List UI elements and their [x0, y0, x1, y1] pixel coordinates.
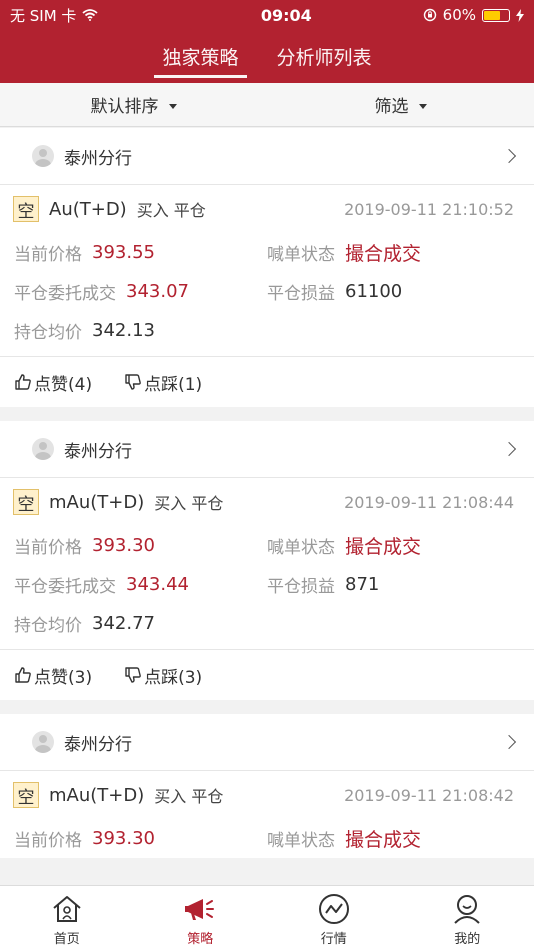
- charging-icon: [516, 8, 524, 22]
- filter-dropdown[interactable]: 筛选: [267, 83, 534, 126]
- tab-home[interactable]: 首页: [0, 886, 134, 950]
- dislike-button[interactable]: 点踩(1): [124, 370, 202, 395]
- thumbs-down-icon: [125, 374, 141, 390]
- avatar: [32, 145, 54, 167]
- tab-market[interactable]: 行情: [267, 886, 401, 950]
- like-button[interactable]: 点赞(3): [14, 663, 92, 688]
- strategy-card: 泰州分行 空 Au(T+D) 买入 平仓 2019-09-11 21:10:52…: [0, 128, 534, 407]
- close-deal-label: 平仓委托成交: [14, 577, 116, 597]
- chart-icon: [318, 894, 349, 924]
- pnl-label: 平仓损益: [267, 577, 335, 597]
- filter-bar: 默认排序 筛选: [0, 83, 534, 127]
- trade-time: 2019-09-11 21:10:52: [344, 199, 514, 219]
- direction-tag: 空: [13, 196, 39, 222]
- current-price-label: 当前价格: [14, 831, 82, 851]
- branch-name: 泰州分行: [64, 441, 132, 462]
- close-deal: 343.07: [126, 281, 189, 302]
- current-price: 393.30: [92, 828, 155, 849]
- trade-action: 买入 平仓: [154, 494, 224, 513]
- current-price-label: 当前价格: [14, 245, 82, 265]
- battery-percent: 60%: [442, 6, 476, 24]
- battery-icon: [482, 8, 510, 22]
- direction-tag: 空: [13, 782, 39, 808]
- caret-down-icon: [418, 103, 427, 109]
- order-status-label: 喊单状态: [267, 245, 335, 265]
- pnl: 61100: [345, 281, 403, 302]
- chevron-right-icon: [501, 734, 517, 750]
- current-price: 393.55: [92, 242, 155, 263]
- status-bar: 无 SIM 卡 09:04 60%: [0, 0, 534, 30]
- current-price: 393.30: [92, 535, 155, 556]
- thumbs-up-icon: [15, 374, 31, 390]
- trade-time: 2019-09-11 21:08:42: [344, 785, 514, 805]
- thumbs-down-icon: [125, 667, 141, 683]
- order-status: 撮合成交: [345, 243, 422, 265]
- tab-analyst-list[interactable]: 分析师列表: [275, 30, 374, 83]
- avatar: [32, 438, 54, 460]
- card-header[interactable]: 泰州分行: [0, 421, 534, 478]
- current-price-label: 当前价格: [14, 538, 82, 558]
- avg-cost-label: 持仓均价: [14, 323, 82, 343]
- wifi-icon: [82, 9, 99, 21]
- caret-down-icon: [168, 103, 177, 109]
- order-status-label: 喊单状态: [267, 831, 335, 851]
- trade-row[interactable]: 空 Au(T+D) 买入 平仓 2019-09-11 21:10:52: [0, 185, 534, 233]
- orientation-lock-icon: [423, 8, 436, 22]
- thumbs-up-icon: [15, 667, 31, 683]
- trade-row[interactable]: 空 mAu(T+D) 买入 平仓 2019-09-11 21:08:44: [0, 478, 534, 526]
- close-deal-label: 平仓委托成交: [14, 284, 116, 304]
- chevron-right-icon: [501, 441, 517, 457]
- trade-info: 当前价格 393.30 喊单状态 撮合成交: [0, 819, 534, 858]
- home-icon: [53, 896, 81, 922]
- bottom-tabbar: 首页 策略 行情 我的: [0, 885, 534, 950]
- order-status: 撮合成交: [345, 536, 422, 558]
- branch-name: 泰州分行: [64, 148, 132, 169]
- avg-cost-label: 持仓均价: [14, 616, 82, 636]
- symbol: Au(T+D): [49, 198, 127, 220]
- card-footer: 点赞(4) 点踩(1): [0, 356, 534, 407]
- clock: 09:04: [260, 5, 312, 25]
- order-status: 撮合成交: [345, 829, 422, 851]
- chevron-right-icon: [501, 148, 517, 164]
- pnl-label: 平仓损益: [267, 284, 335, 304]
- card-header[interactable]: 泰州分行: [0, 714, 534, 771]
- megaphone-icon: [185, 899, 215, 920]
- dislike-button[interactable]: 点踩(3): [124, 663, 202, 688]
- like-button[interactable]: 点赞(4): [14, 370, 92, 395]
- order-status-label: 喊单状态: [267, 538, 335, 558]
- top-nav: 独家策略 分析师列表: [0, 30, 534, 83]
- sort-dropdown[interactable]: 默认排序: [0, 83, 267, 126]
- trade-action: 买入 平仓: [136, 201, 206, 220]
- tab-profile[interactable]: 我的: [401, 886, 534, 950]
- avg-cost: 342.13: [92, 320, 155, 341]
- strategy-card: 泰州分行 空 mAu(T+D) 买入 平仓 2019-09-11 21:08:4…: [0, 421, 534, 700]
- trade-row[interactable]: 空 mAu(T+D) 买入 平仓 2019-09-11 21:08:42: [0, 771, 534, 819]
- tab-exclusive-strategy[interactable]: 独家策略: [154, 30, 247, 83]
- carrier-label: 无 SIM 卡: [10, 6, 77, 25]
- tab-strategy[interactable]: 策略: [134, 886, 268, 950]
- avg-cost: 342.77: [92, 613, 155, 634]
- close-deal: 343.44: [126, 574, 189, 595]
- strategy-feed[interactable]: 泰州分行 空 Au(T+D) 买入 平仓 2019-09-11 21:10:52…: [0, 128, 534, 885]
- pnl: 871: [345, 574, 380, 595]
- trade-info: 当前价格 393.30 喊单状态 撮合成交 平仓委托成交 343.44 平仓损益 871…: [0, 526, 534, 643]
- symbol: mAu(T+D): [49, 784, 145, 806]
- trade-time: 2019-09-11 21:08:44: [344, 492, 514, 512]
- avatar: [32, 731, 54, 753]
- trade-action: 买入 平仓: [154, 787, 224, 806]
- user-icon: [454, 895, 480, 924]
- symbol: mAu(T+D): [49, 491, 145, 513]
- card-header[interactable]: 泰州分行: [0, 128, 534, 185]
- strategy-card: 泰州分行 空 mAu(T+D) 买入 平仓 2019-09-11 21:08:4…: [0, 714, 534, 858]
- card-footer: 点赞(3) 点踩(3): [0, 649, 534, 700]
- trade-info: 当前价格 393.55 喊单状态 撮合成交 平仓委托成交 343.07 平仓损益 611…: [0, 233, 534, 350]
- direction-tag: 空: [13, 489, 39, 515]
- branch-name: 泰州分行: [64, 734, 132, 755]
